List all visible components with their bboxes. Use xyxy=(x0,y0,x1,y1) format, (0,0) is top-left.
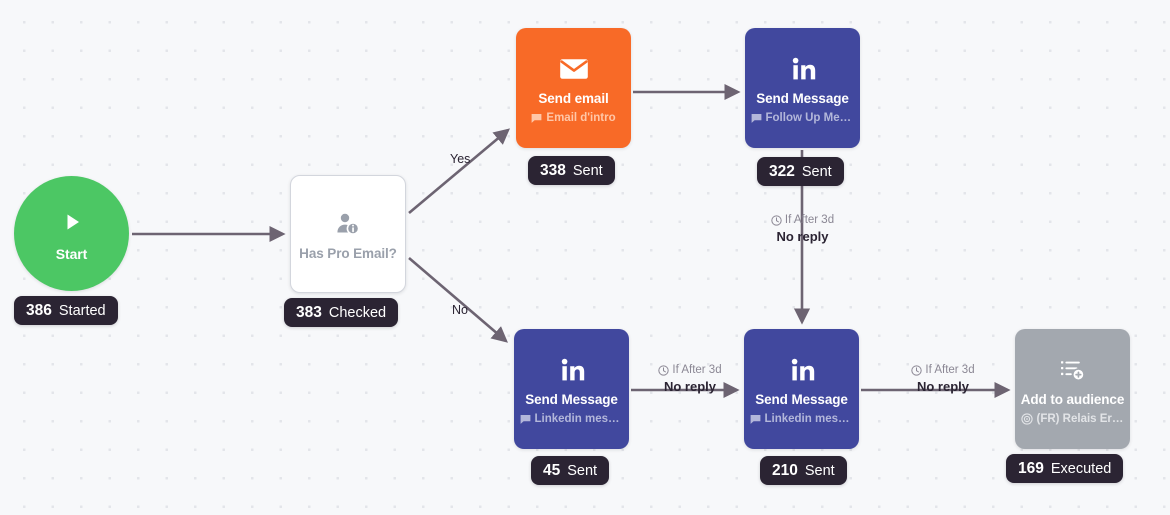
clock-icon xyxy=(658,365,670,376)
badge-start-label: Started xyxy=(58,302,106,319)
badge-email-sent: 338 Sent xyxy=(528,156,615,185)
delay-condition-text: If After 3d xyxy=(925,364,975,376)
node-followup-subtitle: Follow Up Mess... xyxy=(751,112,855,124)
node-add-to-audience[interactable]: Add to audience (FR) Relais Eric ... xyxy=(1015,329,1130,449)
edge-delay-followup-to-second: If After 3d No reply xyxy=(740,213,865,245)
badge-linkedin-second-label: Sent xyxy=(804,462,835,479)
node-send-email-title: Send email xyxy=(538,90,609,106)
delay-reply-text: No reply xyxy=(663,378,716,394)
delay-condition-text: If After 3d xyxy=(672,364,722,376)
node-send-message-followup[interactable]: Send Message Follow Up Mess... xyxy=(745,28,860,148)
delay-condition: If After 3d xyxy=(911,363,975,378)
node-linkedin-first-title: Send Message xyxy=(525,391,618,407)
badge-email-value: 338 xyxy=(540,161,566,179)
audience-target-icon xyxy=(1020,413,1033,426)
node-audience-subtitle: (FR) Relais Eric ... xyxy=(1020,413,1125,426)
clock-icon xyxy=(911,365,923,376)
delay-reply-text: No reply xyxy=(916,378,969,394)
node-start[interactable]: Start xyxy=(14,176,129,291)
badge-audience-label: Executed xyxy=(1050,460,1112,477)
node-linkedin-first-subtitle: Linkedin messa... xyxy=(520,413,624,425)
message-flag-icon xyxy=(531,113,542,124)
node-start-title: Start xyxy=(55,245,88,262)
node-audience-title: Add to audience xyxy=(1020,391,1125,407)
message-flag-icon xyxy=(751,113,762,124)
node-send-email-subtitle: Email d'intro xyxy=(531,112,616,125)
badge-audience-value: 169 xyxy=(1018,459,1044,477)
badge-followup-value: 322 xyxy=(769,162,795,180)
badge-linkedin-second-sent: 210 Sent xyxy=(760,456,847,485)
edge-delay-first-to-second: If After 3d No reply xyxy=(634,363,746,395)
delay-condition: If After 3d xyxy=(771,213,834,228)
node-decision-title: Has Pro Email? xyxy=(299,245,397,261)
edge-decision-to-email xyxy=(408,128,510,214)
node-has-pro-email[interactable]: Has Pro Email? xyxy=(290,175,406,293)
linkedin-icon xyxy=(788,52,818,86)
node-followup-title: Send Message xyxy=(756,90,849,106)
node-linkedin-second-subtitle-text: Linkedin messa... xyxy=(764,413,854,426)
message-flag-icon xyxy=(750,414,761,425)
message-flag-icon xyxy=(520,414,531,425)
linkedin-icon xyxy=(557,353,587,387)
badge-start: 386 Started xyxy=(14,296,118,325)
envelope-icon xyxy=(559,52,589,86)
play-icon xyxy=(61,205,83,239)
node-send-message-linkedin-second[interactable]: Send Message Linkedin messa... xyxy=(744,329,859,449)
delay-condition: If After 3d xyxy=(658,363,722,378)
person-info-icon xyxy=(335,207,361,241)
badge-followup-sent: 322 Sent xyxy=(757,157,844,186)
linkedin-icon xyxy=(787,353,817,387)
badge-checked-label: Checked xyxy=(328,304,387,321)
list-add-icon xyxy=(1059,353,1087,387)
clock-icon xyxy=(771,215,782,226)
badge-email-label: Sent xyxy=(572,162,603,179)
node-linkedin-second-title: Send Message xyxy=(755,391,848,407)
badge-linkedin-first-label: Sent xyxy=(567,462,598,479)
badge-checked: 383 Checked xyxy=(284,298,399,327)
badge-linkedin-second-value: 210 xyxy=(772,461,798,479)
node-followup-subtitle-text: Follow Up Mess... xyxy=(765,112,855,125)
node-send-email-subtitle-text: Email d'intro xyxy=(546,112,616,125)
badge-checked-value: 383 xyxy=(296,303,322,321)
badge-linkedin-first-value: 45 xyxy=(543,461,561,479)
badge-followup-label: Sent xyxy=(801,163,832,180)
edge-decision-to-linkedin-first xyxy=(408,257,508,343)
delay-reply-text: No reply xyxy=(776,228,829,244)
node-linkedin-second-subtitle: Linkedin messa... xyxy=(750,413,854,425)
node-audience-subtitle-text: (FR) Relais Eric ... xyxy=(1036,413,1125,426)
workflow-canvas[interactable]: Start 386 Started Has Pro Email? 383 Che… xyxy=(0,0,1170,515)
edge-label-no: No xyxy=(452,303,468,317)
edge-delay-second-to-audience: If After 3d No reply xyxy=(880,363,1006,395)
delay-condition-text: If After 3d xyxy=(784,214,835,226)
badge-linkedin-first-sent: 45 Sent xyxy=(531,456,610,485)
node-send-email[interactable]: Send email Email d'intro xyxy=(516,28,631,148)
edge-label-yes: Yes xyxy=(450,152,471,166)
node-send-message-linkedin-first[interactable]: Send Message Linkedin messa... xyxy=(514,329,629,449)
badge-start-value: 386 xyxy=(26,301,52,319)
node-linkedin-first-subtitle-text: Linkedin messa... xyxy=(534,413,624,426)
badge-audience-executed: 169 Executed xyxy=(1006,454,1124,483)
